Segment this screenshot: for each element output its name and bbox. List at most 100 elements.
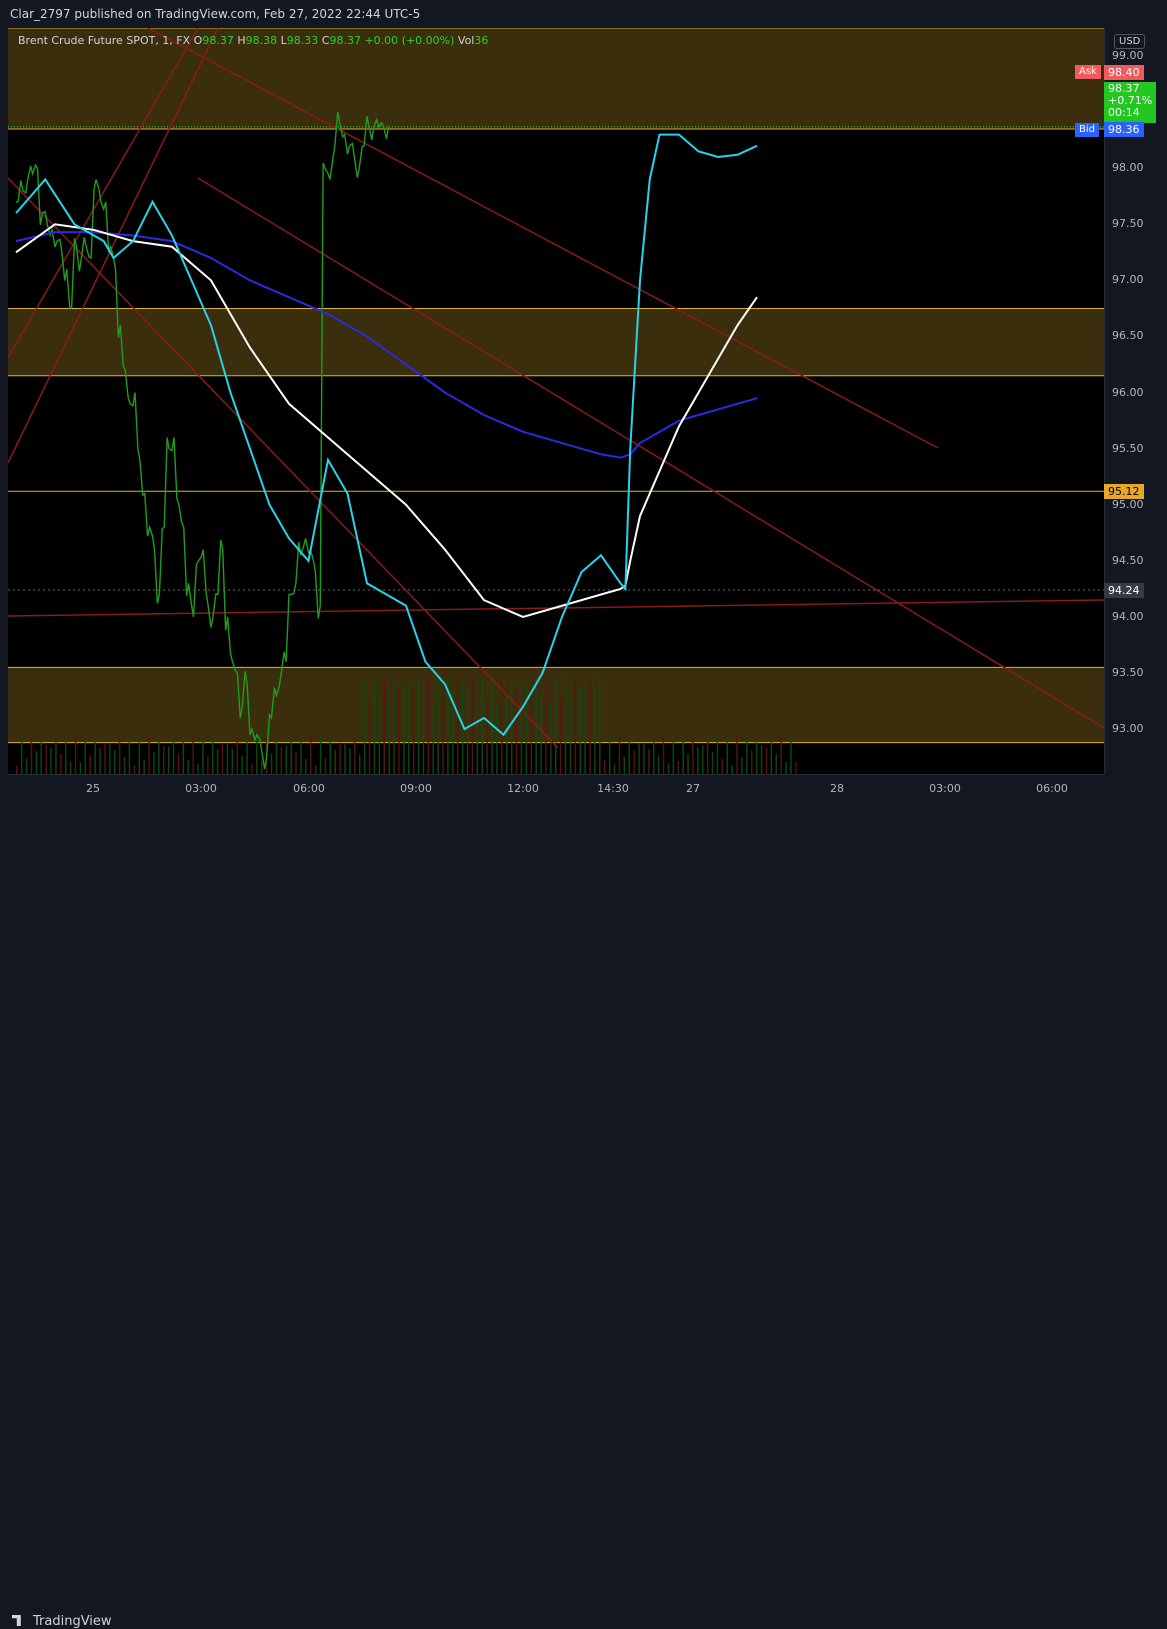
- symbol-legend: Brent Crude Future SPOT, 1, FX O98.37 H9…: [18, 34, 488, 47]
- volume-bar: [373, 676, 376, 774]
- volume-bar: [711, 751, 714, 774]
- time-tick: 09:00: [400, 782, 432, 795]
- volume-bar: [559, 699, 562, 774]
- price-tick: 98.00: [1112, 161, 1144, 175]
- volume-bar: [755, 742, 758, 774]
- volume-bar: [251, 763, 253, 774]
- volume-bar: [368, 702, 371, 774]
- volume-bar: [751, 750, 753, 774]
- ema-fast-line: [15, 133, 758, 737]
- volume-bar: [354, 739, 356, 774]
- chart-area[interactable]: [8, 28, 1104, 774]
- last-price-tag: 98.37 +0.71% 00:14: [1104, 82, 1157, 123]
- volume-bar: [530, 689, 532, 774]
- volume-bar: [143, 759, 145, 774]
- price-tick: 95.50: [1112, 441, 1144, 455]
- volume-bar: [128, 736, 131, 774]
- volume-bar: [241, 756, 243, 774]
- volume-bar: [285, 745, 287, 774]
- ask-tag: Ask: [1075, 65, 1101, 79]
- chart-svg[interactable]: [8, 28, 1104, 774]
- volume-bar: [89, 755, 91, 774]
- volume-bar: [657, 755, 660, 774]
- time-tick: 28: [830, 782, 844, 795]
- volume-bar: [177, 752, 180, 774]
- volume-bar: [104, 744, 106, 774]
- volume-bar: [79, 762, 82, 774]
- volume-bar: [486, 701, 488, 774]
- volume-bar: [275, 740, 278, 774]
- time-tick: 06:00: [293, 782, 325, 795]
- volume-bar: [388, 694, 390, 774]
- volume-bar: [182, 737, 185, 774]
- volume-bar: [290, 741, 292, 774]
- price-tick: 97.00: [1112, 273, 1144, 287]
- volume-bar: [216, 749, 219, 774]
- volume-bar: [319, 736, 322, 774]
- volume-bar: [741, 757, 743, 774]
- volume-bar: [398, 687, 400, 774]
- volume-bar: [653, 739, 655, 774]
- volume-bar: [702, 745, 704, 774]
- volume-bar: [172, 740, 175, 774]
- volume-bar: [197, 763, 199, 774]
- volume-bar: [471, 680, 474, 774]
- volume-bar: [25, 758, 28, 774]
- volume-bar: [662, 736, 665, 774]
- price-tick: 94.50: [1112, 553, 1144, 567]
- volume-bar: [329, 738, 332, 774]
- price-tick: 94.00: [1112, 609, 1144, 623]
- bid-price: 98.36: [1104, 122, 1144, 137]
- volume-bar: [231, 749, 234, 774]
- volume-bar: [466, 687, 469, 774]
- volume-bar: [608, 736, 611, 774]
- volume-bar: [604, 759, 606, 774]
- volume-bar: [432, 705, 434, 774]
- volume-bar: [564, 677, 567, 774]
- volume-bar: [726, 736, 728, 774]
- tradingview-logo[interactable]: TradingView: [12, 1614, 112, 1629]
- price-tick: 95.00: [1112, 497, 1144, 511]
- volume-bar: [520, 683, 523, 774]
- volume-bar: [118, 738, 121, 774]
- price-axis[interactable]: [1104, 28, 1167, 774]
- volume-bar: [69, 761, 72, 774]
- volume-bar: [339, 742, 341, 774]
- volume-bar: [510, 679, 513, 774]
- volume-bar: [672, 736, 675, 774]
- volume-bar: [515, 688, 518, 774]
- level-label-94: 94.24: [1104, 583, 1144, 599]
- bid-tag: Bid: [1075, 123, 1099, 137]
- volume-bar: [412, 690, 415, 774]
- price-tick: 99.00: [1112, 49, 1144, 63]
- volume-bar: [359, 754, 361, 774]
- volume-bar: [30, 738, 33, 774]
- footer: TradingView: [0, 802, 1167, 1629]
- time-tick: 12:00: [507, 782, 539, 795]
- currency-button[interactable]: USD: [1114, 34, 1146, 49]
- volume-bar: [442, 698, 444, 774]
- volume-bar: [114, 750, 116, 774]
- volume-bar: [202, 736, 204, 774]
- price-tick: 93.00: [1112, 722, 1144, 736]
- time-tick: 03:00: [185, 782, 217, 795]
- volume-bar: [192, 736, 194, 774]
- volume-bar: [55, 740, 57, 774]
- volume-bar: [20, 736, 23, 774]
- volume-bar: [109, 742, 111, 774]
- volume-bar: [163, 745, 165, 774]
- volume-bar: [94, 739, 96, 774]
- tradingview-logo-icon: [12, 1615, 21, 1626]
- volume-bar: [207, 756, 209, 774]
- volume-bar: [187, 760, 189, 774]
- volume-bar: [60, 754, 62, 774]
- level-label-95: 95.12: [1104, 484, 1144, 500]
- volume-bar: [133, 764, 136, 774]
- volume-bar: [476, 693, 479, 774]
- volume-bar: [790, 736, 792, 774]
- volume-bar: [167, 746, 170, 774]
- volume-bar: [324, 757, 327, 774]
- volume-bar: [246, 736, 248, 774]
- volume-bar: [525, 683, 528, 774]
- symbol-name[interactable]: Brent Crude Future SPOT, 1, FX: [18, 34, 190, 47]
